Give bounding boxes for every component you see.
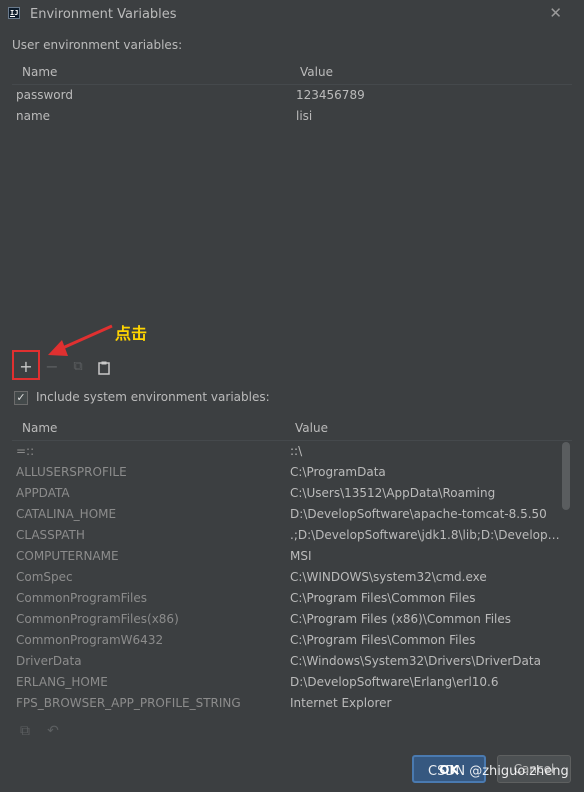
table-row[interactable]: COMPUTERNAME MSI <box>12 546 572 567</box>
row-value-cell[interactable]: C:\Program Files (x86)\Common Files <box>290 612 560 626</box>
row-name-cell[interactable]: ALLUSERSPROFILE <box>16 465 276 479</box>
table-row[interactable]: CLASSPATH .;D:\DevelopSoftware\jdk1.8\lib… <box>12 525 572 546</box>
row-name-cell[interactable]: APPDATA <box>16 486 276 500</box>
remove-button[interactable]: − <box>40 355 64 379</box>
user-env-table: Name Value password 123456789 name lisi <box>12 60 572 127</box>
table-row[interactable]: CommonProgramW6432 C:\Program Files\Commo… <box>12 630 572 651</box>
row-value-cell[interactable]: .;D:\DevelopSoftware\jdk1.8\lib;D:\Devel… <box>290 528 560 542</box>
row-name-cell[interactable]: ComSpec <box>16 570 276 584</box>
watermark: CSDN @zhiguo.zheng <box>428 764 569 779</box>
row-name-cell[interactable]: CLASSPATH <box>16 528 276 542</box>
table-row[interactable]: password 123456789 <box>12 85 572 106</box>
include-system-checkbox[interactable]: ✓ <box>14 391 28 405</box>
table-row[interactable]: name lisi <box>12 106 572 127</box>
row-value-cell[interactable]: C:\WINDOWS\system32\cmd.exe <box>290 570 560 584</box>
system-table-header: Name Value <box>12 416 572 441</box>
row-name-cell[interactable]: DriverData <box>16 654 276 668</box>
row-value-cell[interactable]: C:\Windows\System32\Drivers\DriverData <box>290 654 560 668</box>
row-value-cell[interactable]: 123456789 <box>296 88 365 102</box>
intellij-icon: IJ <box>8 7 20 19</box>
system-env-rows: =::::\ALLUSERSPROFILE C:\ProgramDataAPPDA… <box>12 441 572 717</box>
column-header-value[interactable]: Value <box>295 421 328 435</box>
table-row[interactable]: FPS_BROWSER_APP_PROFILE_STRING Internet E… <box>12 693 572 714</box>
table-row[interactable]: CATALINA_HOME D:\DevelopSoftware\apache-t… <box>12 504 572 525</box>
row-value-cell[interactable]: Internet Explorer <box>290 696 560 710</box>
row-name-cell[interactable]: name <box>16 109 50 123</box>
row-value-cell[interactable]: C:\ProgramData <box>290 465 560 479</box>
row-value-cell[interactable]: D:\DevelopSoftware\Erlang\erl10.6 <box>290 675 560 689</box>
row-value-cell[interactable]: C:\Program Files\Common Files <box>290 591 560 605</box>
close-icon[interactable]: ✕ <box>549 4 562 22</box>
table-row[interactable]: ERLANG_HOME D:\DevelopSoftware\Erlang\erl… <box>12 672 572 693</box>
row-value-cell[interactable]: ::\ <box>290 444 560 458</box>
copy-icon[interactable]: ⧉ <box>16 722 34 740</box>
table-row[interactable]: =::::\ <box>12 441 572 462</box>
row-name-cell[interactable]: ERLANG_HOME <box>16 675 276 689</box>
row-name-cell[interactable]: FPS_BROWSER_APP_PROFILE_STRING <box>16 696 276 710</box>
include-system-label[interactable]: Include system environment variables: <box>36 390 270 404</box>
annotation-text: 点击 <box>115 324 148 343</box>
table-row[interactable]: APPDATA C:\Users\13512\AppData\Roaming <box>12 483 572 504</box>
row-value-cell[interactable]: D:\DevelopSoftware\apache-tomcat-8.5.50 <box>290 507 560 521</box>
title-bar: IJ Environment Variables ✕ <box>0 0 584 30</box>
table-row[interactable]: CommonProgramFiles C:\Program Files\Commo… <box>12 588 572 609</box>
system-env-table: Name Value =::::\ ALLUSERSPROFILE C:\Progr… <box>12 416 572 717</box>
user-table-header: Name Value <box>12 60 572 85</box>
row-value-cell[interactable]: C:\Users\13512\AppData\Roaming <box>290 486 560 500</box>
row-name-cell[interactable]: CommonProgramFiles <box>16 591 276 605</box>
undo-icon[interactable]: ↶ <box>44 722 62 740</box>
row-name-cell[interactable]: =:: <box>16 444 276 458</box>
copy-icon[interactable]: ⧉ <box>66 355 90 379</box>
window-title: Environment Variables <box>30 7 177 22</box>
row-name-cell[interactable]: CommonProgramW6432 <box>16 633 276 647</box>
add-button[interactable]: + <box>14 355 38 379</box>
row-value-cell[interactable]: C:\Program Files\Common Files <box>290 633 560 647</box>
column-header-value[interactable]: Value <box>300 65 333 79</box>
row-value-cell[interactable]: lisi <box>296 109 312 123</box>
row-name-cell[interactable]: password <box>16 88 73 102</box>
table-row[interactable]: ALLUSERSPROFILE C:\ProgramData <box>12 462 572 483</box>
row-name-cell[interactable]: COMPUTERNAME <box>16 549 276 563</box>
scrollbar-thumb[interactable] <box>562 442 570 510</box>
table-row[interactable]: CommonProgramFiles(x86) C:\Program Files … <box>12 609 572 630</box>
paste-icon[interactable] <box>92 355 116 379</box>
column-header-name[interactable]: Name <box>22 65 57 79</box>
user-env-rows: password 123456789 name lisi <box>12 85 572 127</box>
table-row[interactable]: DriverData C:\Windows\System32\Drivers\Dr… <box>12 651 572 672</box>
row-name-cell[interactable]: CATALINA_HOME <box>16 507 276 521</box>
user-env-label: User environment variables: <box>12 38 183 52</box>
table-row[interactable]: ComSpec C:\WINDOWS\system32\cmd.exe <box>12 567 572 588</box>
row-value-cell[interactable]: MSI <box>290 549 560 563</box>
column-header-name[interactable]: Name <box>22 421 57 435</box>
row-name-cell[interactable]: CommonProgramFiles(x86) <box>16 612 276 626</box>
